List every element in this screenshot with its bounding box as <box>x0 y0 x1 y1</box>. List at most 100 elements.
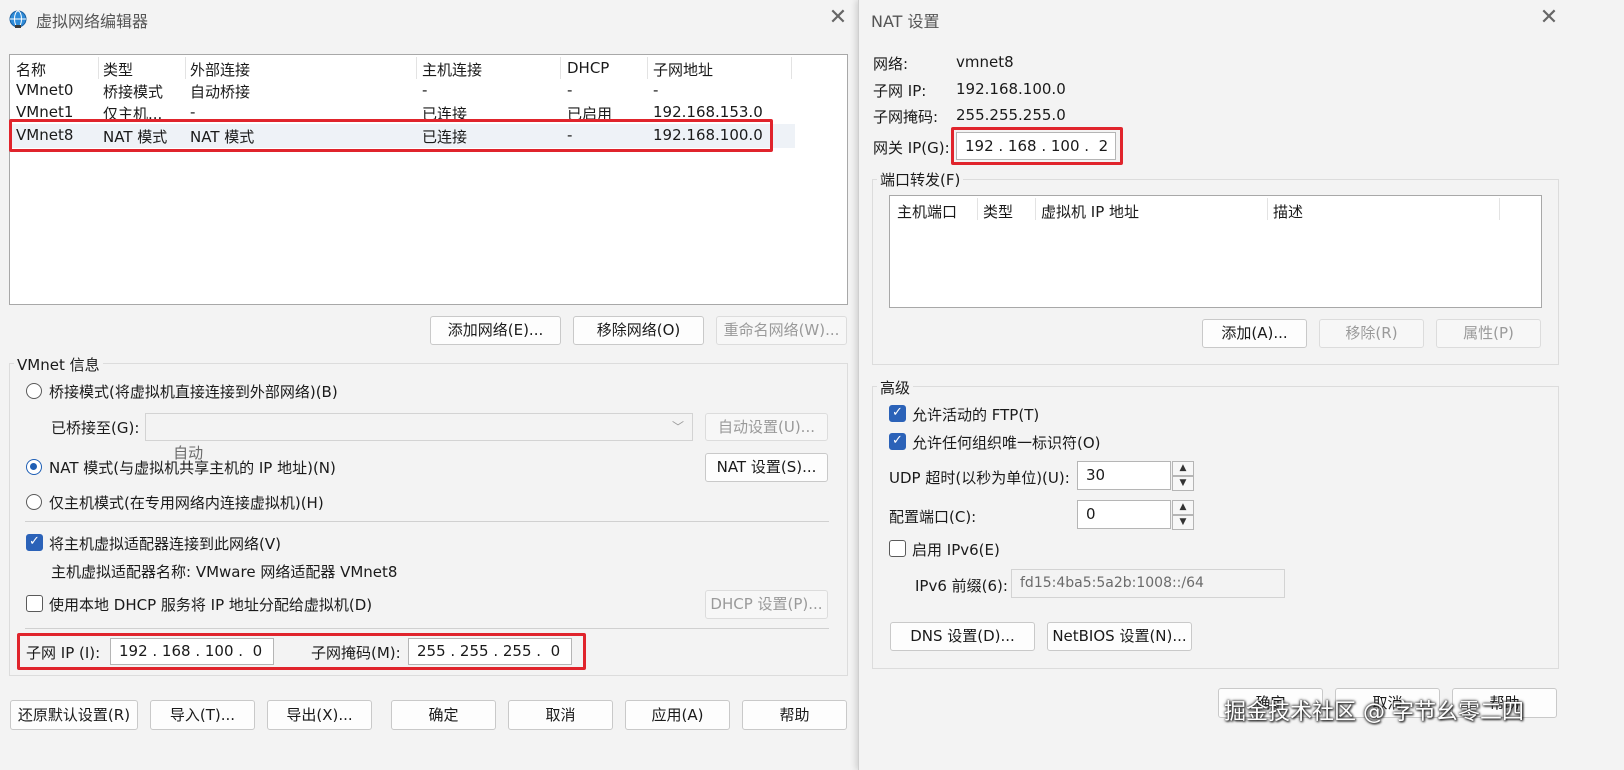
column-divider <box>1035 198 1036 220</box>
globe-icon <box>9 10 27 28</box>
pf-add-button[interactable]: 添加(A)... <box>1202 319 1307 348</box>
bridge-mode-label[interactable]: 桥接模式(将虚拟机直接连接到外部网络)(B) <box>49 381 338 402</box>
row-dhcp: - <box>567 81 573 99</box>
virtual-network-editor-window: 虚拟网络编辑器 ✕ 名称 类型 外部连接 主机连接 DHCP 子网地址 VMne… <box>0 0 860 770</box>
udp-timeout-up[interactable]: ▲ <box>1172 461 1194 476</box>
apply-button[interactable]: 应用(A) <box>625 700 730 730</box>
config-port-label: 配置端口(C): <box>889 508 977 526</box>
highlight-box <box>9 119 773 152</box>
vmnet-info-label: VMnet 信息 <box>14 354 103 375</box>
allow-ftp-label[interactable]: 允许活动的 FTP(T) <box>912 404 1039 425</box>
column-divider <box>1267 198 1268 220</box>
config-port-input[interactable]: 0 <box>1077 500 1171 529</box>
column-divider <box>416 57 417 79</box>
help-button[interactable]: 帮助 <box>742 700 847 730</box>
connect-adapter-checkbox[interactable]: ✓ <box>26 534 43 551</box>
divider <box>25 628 829 629</box>
column-header[interactable]: 类型 <box>103 59 133 80</box>
rename-network-button[interactable]: 重命名网络(W)... <box>716 316 847 345</box>
ok-button[interactable]: 确定 <box>391 700 496 730</box>
port-forwarding-table[interactable]: 主机端口 类型 虚拟机 IP 地址 描述 <box>889 195 1542 308</box>
left-titlebar: 虚拟网络编辑器 ✕ <box>0 0 860 38</box>
table-row[interactable]: VMnet0 桥接模式 自动桥接 - - - <box>10 81 795 103</box>
nat-titlebar: NAT 设置 ✕ <box>859 0 1624 38</box>
use-dhcp-checkbox[interactable] <box>26 595 43 612</box>
network-value: vmnet8 <box>956 53 1014 71</box>
network-table[interactable]: 名称 类型 外部连接 主机连接 DHCP 子网地址 VMnet0 桥接模式 自动… <box>9 54 848 305</box>
add-network-button[interactable]: 添加网络(E)... <box>430 316 561 345</box>
divider <box>25 521 829 522</box>
window-title: 虚拟网络编辑器 <box>36 12 149 31</box>
column-header[interactable]: 主机端口 <box>897 201 957 222</box>
column-header[interactable]: DHCP <box>567 59 609 77</box>
bridge-mode-radio[interactable] <box>26 383 42 399</box>
nat-settings-button[interactable]: NAT 设置(S)... <box>705 453 828 482</box>
row-name: VMnet0 <box>16 81 74 99</box>
pf-properties-button[interactable]: 属性(P) <box>1436 319 1541 348</box>
row-external: 自动桥接 <box>190 83 251 101</box>
bridged-to-label: 已桥接至(G): <box>51 419 140 437</box>
network-label: 网络: <box>873 55 909 73</box>
advanced-label: 高级 <box>877 377 914 398</box>
restore-defaults-button[interactable]: 还原默认设置(R) <box>10 700 138 730</box>
adapter-name-text: 主机虚拟适配器名称: VMware 网络适配器 VMnet8 <box>51 563 398 581</box>
column-header[interactable]: 子网地址 <box>653 59 713 80</box>
close-icon[interactable]: ✕ <box>826 6 850 30</box>
watermark: 掘金技术社区 @ 字节幺零二四 <box>1224 700 1524 725</box>
cancel-button[interactable]: 取消 <box>508 700 613 730</box>
host-only-label[interactable]: 仅主机模式(在专用网络内连接虚拟机)(H) <box>49 492 324 513</box>
allow-uid-checkbox[interactable]: ✓ <box>889 433 906 450</box>
column-header[interactable]: 描述 <box>1273 201 1303 222</box>
column-divider <box>791 57 792 79</box>
config-port-down[interactable]: ▼ <box>1172 515 1194 530</box>
highlight-box <box>951 127 1123 165</box>
pf-remove-button[interactable]: 移除(R) <box>1319 319 1424 348</box>
config-port-up[interactable]: ▲ <box>1172 500 1194 515</box>
export-button[interactable]: 导出(X)... <box>267 700 372 730</box>
netbios-settings-button[interactable]: NetBIOS 设置(N)... <box>1047 622 1192 651</box>
udp-timeout-label: UDP 超时(以秒为单位)(U): <box>889 469 1070 487</box>
chevron-down-icon: ﹀ <box>671 420 684 434</box>
remove-network-button[interactable]: 移除网络(O) <box>573 316 704 345</box>
enable-ipv6-label[interactable]: 启用 IPv6(E) <box>912 539 1000 560</box>
column-header[interactable]: 类型 <box>983 201 1013 222</box>
allow-uid-label[interactable]: 允许任何组织唯一标识符(O) <box>912 432 1101 453</box>
host-only-radio[interactable] <box>26 494 42 510</box>
udp-timeout-down[interactable]: ▼ <box>1172 476 1194 491</box>
highlight-box <box>17 633 586 670</box>
row-type: 桥接模式 <box>103 83 164 101</box>
subnet-ip-value: 192.168.100.0 <box>956 80 1066 98</box>
column-divider <box>647 57 648 79</box>
nat-settings-window: NAT 设置 ✕ 网络: vmnet8 子网 IP: 192.168.100.0… <box>858 0 1624 770</box>
row-host: - <box>422 81 428 99</box>
column-divider <box>1499 198 1500 220</box>
dhcp-settings-button[interactable]: DHCP 设置(P)... <box>705 590 828 619</box>
use-dhcp-label[interactable]: 使用本地 DHCP 服务将 IP 地址分配给虚拟机(D) <box>49 594 372 615</box>
bridged-to-select[interactable]: 自动 ﹀ <box>145 413 693 462</box>
auto-settings-button[interactable]: 自动设置(U)... <box>705 413 828 441</box>
column-header[interactable]: 外部连接 <box>190 59 250 80</box>
ipv6-prefix-input[interactable]: fd15:4ba5:5a2b:1008::/64 <box>1011 569 1285 598</box>
allow-ftp-checkbox[interactable]: ✓ <box>889 405 906 422</box>
column-header[interactable]: 主机连接 <box>422 59 482 80</box>
dns-settings-button[interactable]: DNS 设置(D)... <box>890 622 1035 651</box>
gateway-label: 网关 IP(G): <box>873 139 950 157</box>
vmnet-info-group <box>9 363 848 676</box>
ipv6-prefix-label: IPv6 前缀(6): <box>915 577 1008 595</box>
column-header[interactable]: 名称 <box>16 59 46 80</box>
nat-mode-radio[interactable] <box>26 459 42 475</box>
connect-adapter-label[interactable]: 将主机虚拟适配器连接到此网络(V) <box>49 533 281 554</box>
column-divider <box>185 57 186 79</box>
column-divider <box>98 57 99 79</box>
window-title: NAT 设置 <box>871 12 940 31</box>
import-button[interactable]: 导入(T)... <box>150 700 255 730</box>
column-divider <box>977 198 978 220</box>
column-header[interactable]: 虚拟机 IP 地址 <box>1041 201 1139 222</box>
nat-mode-label[interactable]: NAT 模式(与虚拟机共享主机的 IP 地址)(N) <box>49 457 336 478</box>
close-icon[interactable]: ✕ <box>1537 6 1561 30</box>
udp-timeout-input[interactable]: 30 <box>1077 461 1171 490</box>
row-subnet: - <box>653 81 659 99</box>
enable-ipv6-checkbox[interactable] <box>889 540 906 557</box>
column-divider <box>560 57 561 79</box>
subnet-ip-label: 子网 IP: <box>873 82 927 100</box>
